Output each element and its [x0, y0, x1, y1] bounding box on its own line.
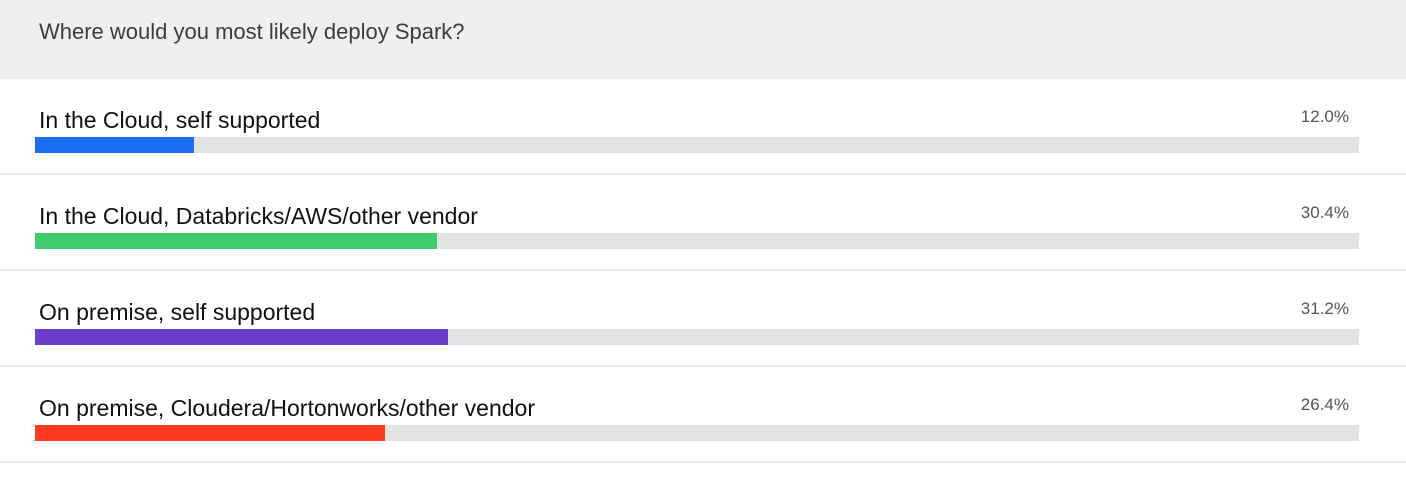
poll-results: Where would you most likely deploy Spark…	[0, 0, 1406, 504]
option-percentage: 31.2%	[1300, 299, 1349, 318]
option-bar-fill	[35, 329, 448, 345]
poll-option-row: In the Cloud, Databricks/AWS/other vendo…	[0, 175, 1406, 271]
option-label: On premise, Cloudera/Hortonworks/other v…	[39, 395, 536, 421]
poll-options-list: In the Cloud, self supported 12.0% In the …	[0, 79, 1406, 463]
poll-question: Where would you most likely deploy Spark…	[39, 19, 465, 44]
option-bar-fill	[35, 233, 437, 249]
option-bar-track	[35, 233, 1359, 249]
option-bar-fill	[35, 137, 194, 153]
option-percentage: 12.0%	[1300, 107, 1349, 126]
poll-option-row: On premise, Cloudera/Hortonworks/other v…	[0, 367, 1406, 463]
poll-option-row: In the Cloud, self supported 12.0%	[0, 79, 1406, 175]
poll-option-row: On premise, self supported 31.2%	[0, 271, 1406, 367]
option-label: On premise, self supported	[39, 299, 316, 325]
poll-header: Where would you most likely deploy Spark…	[0, 0, 1406, 79]
option-label: In the Cloud, self supported	[39, 107, 321, 133]
option-label: In the Cloud, Databricks/AWS/other vendo…	[39, 203, 478, 229]
option-percentage: 30.4%	[1300, 203, 1349, 222]
option-bar-track	[35, 137, 1359, 153]
option-bar-track	[35, 425, 1359, 441]
option-percentage: 26.4%	[1300, 395, 1349, 414]
option-bar-track	[35, 329, 1359, 345]
option-bar-fill	[35, 425, 385, 441]
